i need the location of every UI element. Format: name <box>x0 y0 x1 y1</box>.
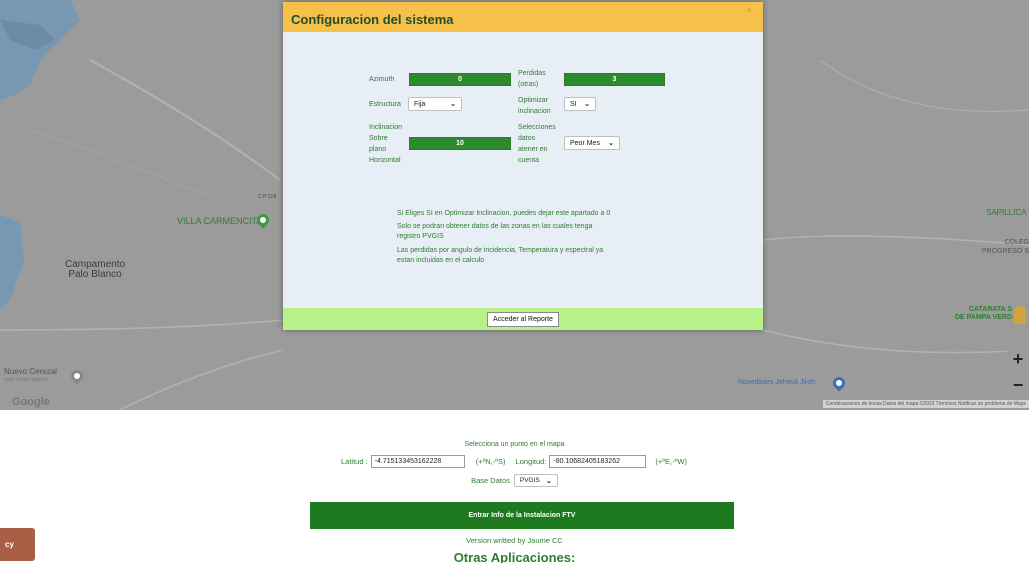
longitud-label: Longitud: <box>515 456 547 466</box>
selecciones-selected-value: Peor Mes <box>570 139 600 147</box>
base-datos-selected-value: PVGIS <box>519 477 540 484</box>
close-icon[interactable]: × <box>747 5 752 15</box>
map-label-campamento: Campamento Palo Blanco <box>65 260 125 280</box>
select-point-instruction: Selecciona un punto en el mapa <box>464 441 565 448</box>
note-perdidas: Las perdidas por angulo de incidencia, T… <box>397 246 637 266</box>
other-apps-heading: Otras Aplicaciones: <box>453 550 576 563</box>
modal-header: Configuracion del sistema × <box>283 2 763 32</box>
azimuth-label: Azimuth <box>369 76 395 83</box>
map-label-catarata-line1: CATARATA S <box>968 306 1012 313</box>
base-datos-label: Base Datos <box>471 476 510 485</box>
report-button[interactable]: Acceder al Reporte <box>487 311 559 327</box>
map-label-progreso: PROGRESO S <box>981 248 1029 255</box>
version-text: Version writted by Jaume CC <box>466 536 563 545</box>
chevron-down-icon: ⌄ <box>450 101 456 108</box>
inclinacion-label-line1: Inclinacion <box>369 124 403 131</box>
inclinacion-label-line3: plano <box>369 146 387 153</box>
map-label-catarata-line2: DE PAMPA VERD <box>954 314 1012 321</box>
modal-body: Azimuth 0 Perdidas (otras) 3 Estructura … <box>283 32 763 309</box>
base-datos-select[interactable]: PVGIS ⌄ <box>513 474 558 487</box>
chevron-down-icon: ⌄ <box>546 477 552 485</box>
map-label-coleg: COLEG <box>1004 239 1029 246</box>
inclinacion-label-line4: Horizontal <box>369 157 401 164</box>
inclinacion-label-line2: Sobre <box>369 135 388 142</box>
chevron-down-icon: ⌄ <box>584 101 590 108</box>
system-config-modal: Configuracion del sistema × Azimuth 0 Pe… <box>283 2 763 330</box>
latitud-label: Latitud : <box>341 456 368 466</box>
longitud-unit: (+ºE,-ºW) <box>655 456 687 466</box>
pegman-icon[interactable] <box>1014 306 1026 324</box>
google-logo: Google <box>12 396 50 408</box>
map-label-novedades: Novedades Jehová Jireh <box>738 379 816 386</box>
inclinacion-label: Inclinacion Sobre plano Horizontal <box>369 122 402 166</box>
map-label-cp: C P CHI <box>258 194 277 200</box>
coordinates-form: Selecciona un punto en el mapa Latitud :… <box>0 410 1029 563</box>
perdidas-label: Perdidas (otras) <box>518 68 546 90</box>
optimizar-label-line2: inclinacion <box>518 108 551 115</box>
chevron-down-icon: ⌄ <box>608 140 614 147</box>
inclinacion-input[interactable]: 10 <box>409 137 511 150</box>
modal-title: Configuracion del sistema <box>291 12 454 27</box>
map-label-nuevo-cerezal-sub: rado temporalmente <box>4 377 49 383</box>
perdidas-label-line2: (otras) <box>518 81 539 88</box>
map-label-colegio: COLEG PROGRESO S <box>957 238 1029 256</box>
selecciones-label-line1: Selecciones <box>518 124 556 131</box>
latitud-unit: (+ºN,-ºS) <box>475 456 506 466</box>
zoom-out-button[interactable]: − <box>1007 372 1029 398</box>
map-label-sapillica: SAPILLICA <box>986 208 1027 217</box>
note-perdidas-line1: Las perdidas por angulo de incidencia, T… <box>397 247 604 254</box>
map-label-nuevo-cerezal: Nuevo Cerezal rado temporalmente <box>4 368 57 384</box>
selecciones-select[interactable]: Peor Mes ⌄ <box>564 136 620 150</box>
privacy-button[interactable]: cy <box>0 528 35 561</box>
map-label-villa: VILLA CARMENCITA <box>177 216 263 226</box>
selecciones-label-line2: datos <box>518 135 536 142</box>
longitud-input[interactable]: -80.10682405183262 <box>549 454 647 468</box>
selecciones-label: Selecciones datos atener en cuenta <box>518 122 556 166</box>
map-label-catarata: CATARATA S DE PAMPA VERD <box>928 306 1012 322</box>
estructura-select[interactable]: Fija ⌄ <box>408 97 462 111</box>
base-datos-row: Base Datos PVGIS ⌄ <box>0 474 1029 487</box>
selecciones-label-line4: cuenta <box>518 157 540 164</box>
azimuth-input[interactable]: 0 <box>409 73 511 86</box>
optimizar-label-line1: Optimizar <box>518 97 548 104</box>
estructura-label: Estructura <box>369 101 401 108</box>
note-optimizar: Si Eliges SI en Optimizar Inclinacion, p… <box>397 210 611 217</box>
map-label-campamento-line2: Palo Blanco <box>68 269 122 280</box>
perdidas-label-line1: Perdidas <box>518 70 546 77</box>
note-perdidas-line2: estan incluidas en el calculo <box>397 257 485 264</box>
perdidas-input[interactable]: 3 <box>564 73 665 86</box>
selecciones-label-line3: atener en <box>518 146 548 153</box>
optimizar-label: Optimizar inclinacion <box>518 95 551 117</box>
latitud-input[interactable]: -4.715133453162228 <box>370 454 465 468</box>
enter-ftv-info-button[interactable]: Entrar Info de la Instalacion FTV <box>310 502 734 529</box>
map-footer-links[interactable]: Combinaciones de teclas Datos del mapa ©… <box>822 400 1029 408</box>
note-pvgis: Solo se podran obtener datos de las zona… <box>397 222 637 242</box>
note-pvgis-line1: Solo se podran obtener datos de las zona… <box>397 223 593 230</box>
estructura-selected-value: Fija <box>414 100 426 108</box>
optimizar-selected-value: SI <box>570 100 577 108</box>
modal-footer: Acceder al Reporte <box>283 308 763 330</box>
optimizar-select[interactable]: SI ⌄ <box>564 97 596 111</box>
note-pvgis-line2: registro PVGIS <box>397 233 444 240</box>
coordinates-row: Latitud : -4.715133453162228 (+ºN,-ºS) L… <box>341 454 687 468</box>
zoom-in-button[interactable]: + <box>1007 346 1029 372</box>
map-label-nuevo-cerezal-name: Nuevo Cerezal <box>4 367 57 376</box>
